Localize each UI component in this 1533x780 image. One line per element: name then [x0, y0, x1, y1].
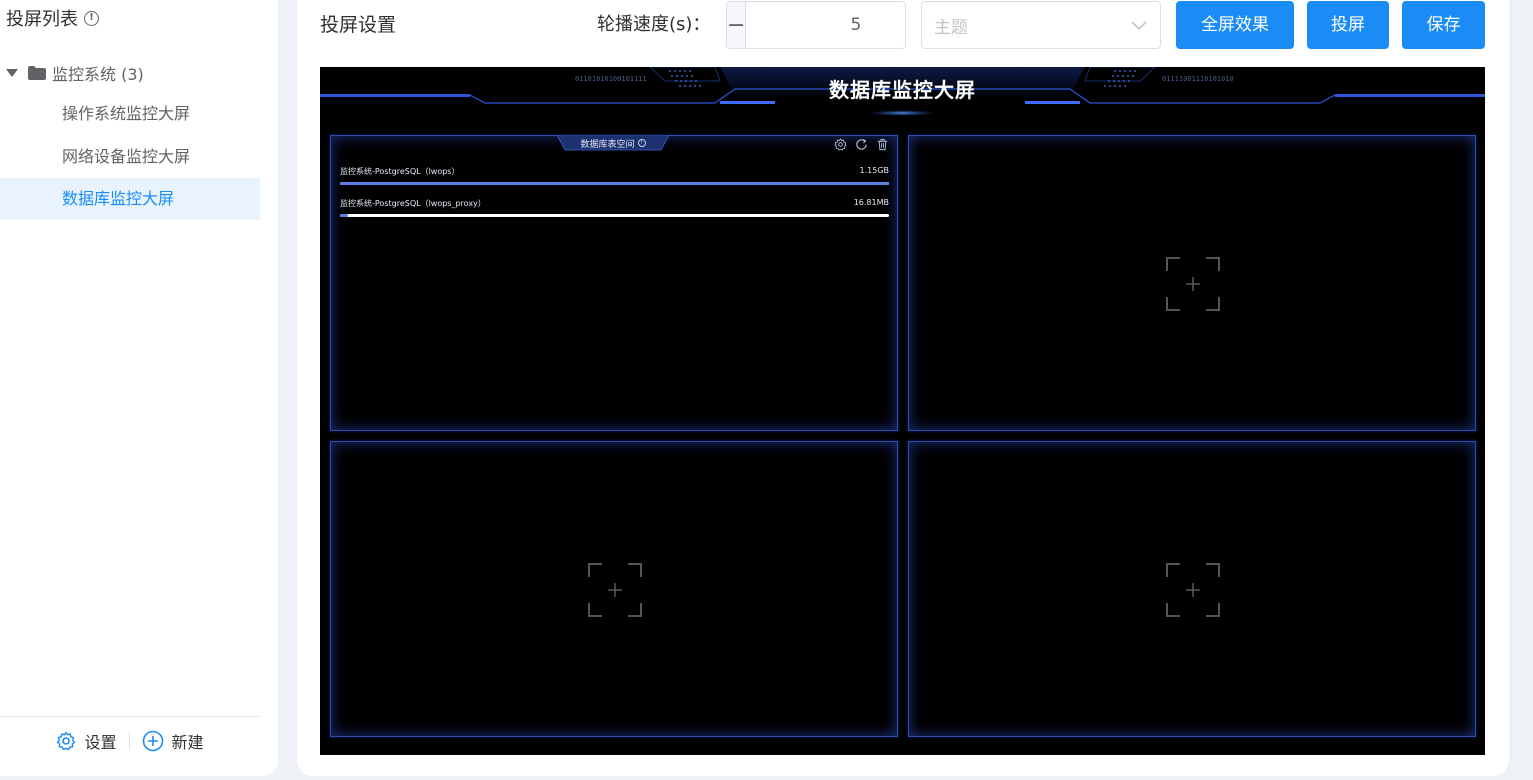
gear-icon: [57, 731, 76, 750]
screen-list-sidebar: 投屏列表 ! 监控系统 (3) 操作系统监控大屏 网络设备监控大屏 数据库监控大…: [0, 0, 278, 776]
add-widget-icon[interactable]: [1166, 563, 1220, 617]
usage-bar: [340, 182, 889, 185]
add-widget-icon[interactable]: [1166, 257, 1220, 311]
info-icon[interactable]: !: [637, 139, 646, 147]
tree-item-label: 操作系统监控大屏: [62, 104, 191, 123]
theme-select[interactable]: 主题: [921, 1, 1161, 49]
gear-icon[interactable]: [834, 138, 847, 151]
tree-item-os-screen[interactable]: 操作系统监控大屏: [0, 93, 260, 135]
widget-panel-empty: [330, 441, 898, 737]
carousel-speed-label: 轮播速度(s)：: [597, 14, 711, 35]
add-widget-icon[interactable]: [588, 563, 642, 617]
sidebar-header: 投屏列表 !: [6, 6, 99, 30]
page-title: 投屏设置: [320, 14, 397, 36]
sidebar-title: 投屏列表: [6, 9, 78, 30]
cast-button[interactable]: 投屏: [1307, 1, 1389, 49]
usage-bar: [340, 214, 889, 217]
database-size: 1.15GB: [859, 166, 890, 175]
tree-group-label: 监控系统 (3): [52, 65, 144, 84]
tree-item-label: 网络设备监控大屏: [62, 147, 191, 166]
sidebar-footer: 设置 新建: [0, 716, 260, 764]
tree-item-label: 数据库监控大屏: [62, 189, 175, 208]
panel-title: 数据库表空间 !: [557, 136, 669, 150]
caret-down-icon[interactable]: [6, 69, 18, 77]
panel-title-text: 数据库表空间: [580, 139, 635, 150]
usage-bar-fill: [340, 214, 349, 217]
dashboard-title: 数据库监控大屏: [829, 78, 976, 102]
save-button[interactable]: 保存: [1402, 1, 1485, 49]
footer-divider: [128, 732, 130, 749]
delete-icon[interactable]: [876, 138, 889, 151]
chevron-down-icon: [1131, 21, 1147, 31]
database-name: 监控系统-PostgreSQL（lwops_proxy）: [340, 199, 486, 208]
database-name: 监控系统-PostgreSQL（lwops）: [340, 167, 460, 176]
tree-item-network-screen[interactable]: 网络设备监控大屏: [0, 136, 260, 178]
widget-panel-empty: [908, 135, 1476, 431]
decrease-button[interactable]: −: [727, 2, 747, 48]
panel-toolbar: [834, 138, 889, 151]
tree-item-database-screen[interactable]: 数据库监控大屏: [0, 178, 260, 220]
widget-panel-tablespace: 数据库表空间 ! 监控系统-PostgreSQL（lwops） 1.15GB 监…: [330, 135, 898, 431]
carousel-speed-stepper: − +: [726, 1, 906, 49]
theme-placeholder: 主题: [934, 17, 968, 38]
carousel-speed-input[interactable]: [746, 2, 905, 48]
tree-group-monitoring[interactable]: 监控系统 (3): [6, 60, 144, 86]
usage-bar-fill: [340, 182, 889, 185]
new-label: 新建: [171, 732, 204, 752]
settings-label: 设置: [84, 732, 117, 752]
fullscreen-preview-button[interactable]: 全屏效果: [1176, 1, 1294, 49]
settings-button[interactable]: 设置: [56, 729, 117, 753]
plus-circle-icon: [142, 730, 163, 751]
widget-panel-empty: [908, 441, 1476, 737]
folder-icon: [28, 66, 46, 80]
refresh-icon[interactable]: [855, 138, 868, 151]
info-icon[interactable]: !: [84, 10, 99, 26]
database-size: 16.81MB: [853, 198, 889, 207]
dashboard-preview: 01101010100101111 01111001110101010 数据库监…: [320, 67, 1485, 755]
new-button[interactable]: 新建: [142, 729, 204, 753]
